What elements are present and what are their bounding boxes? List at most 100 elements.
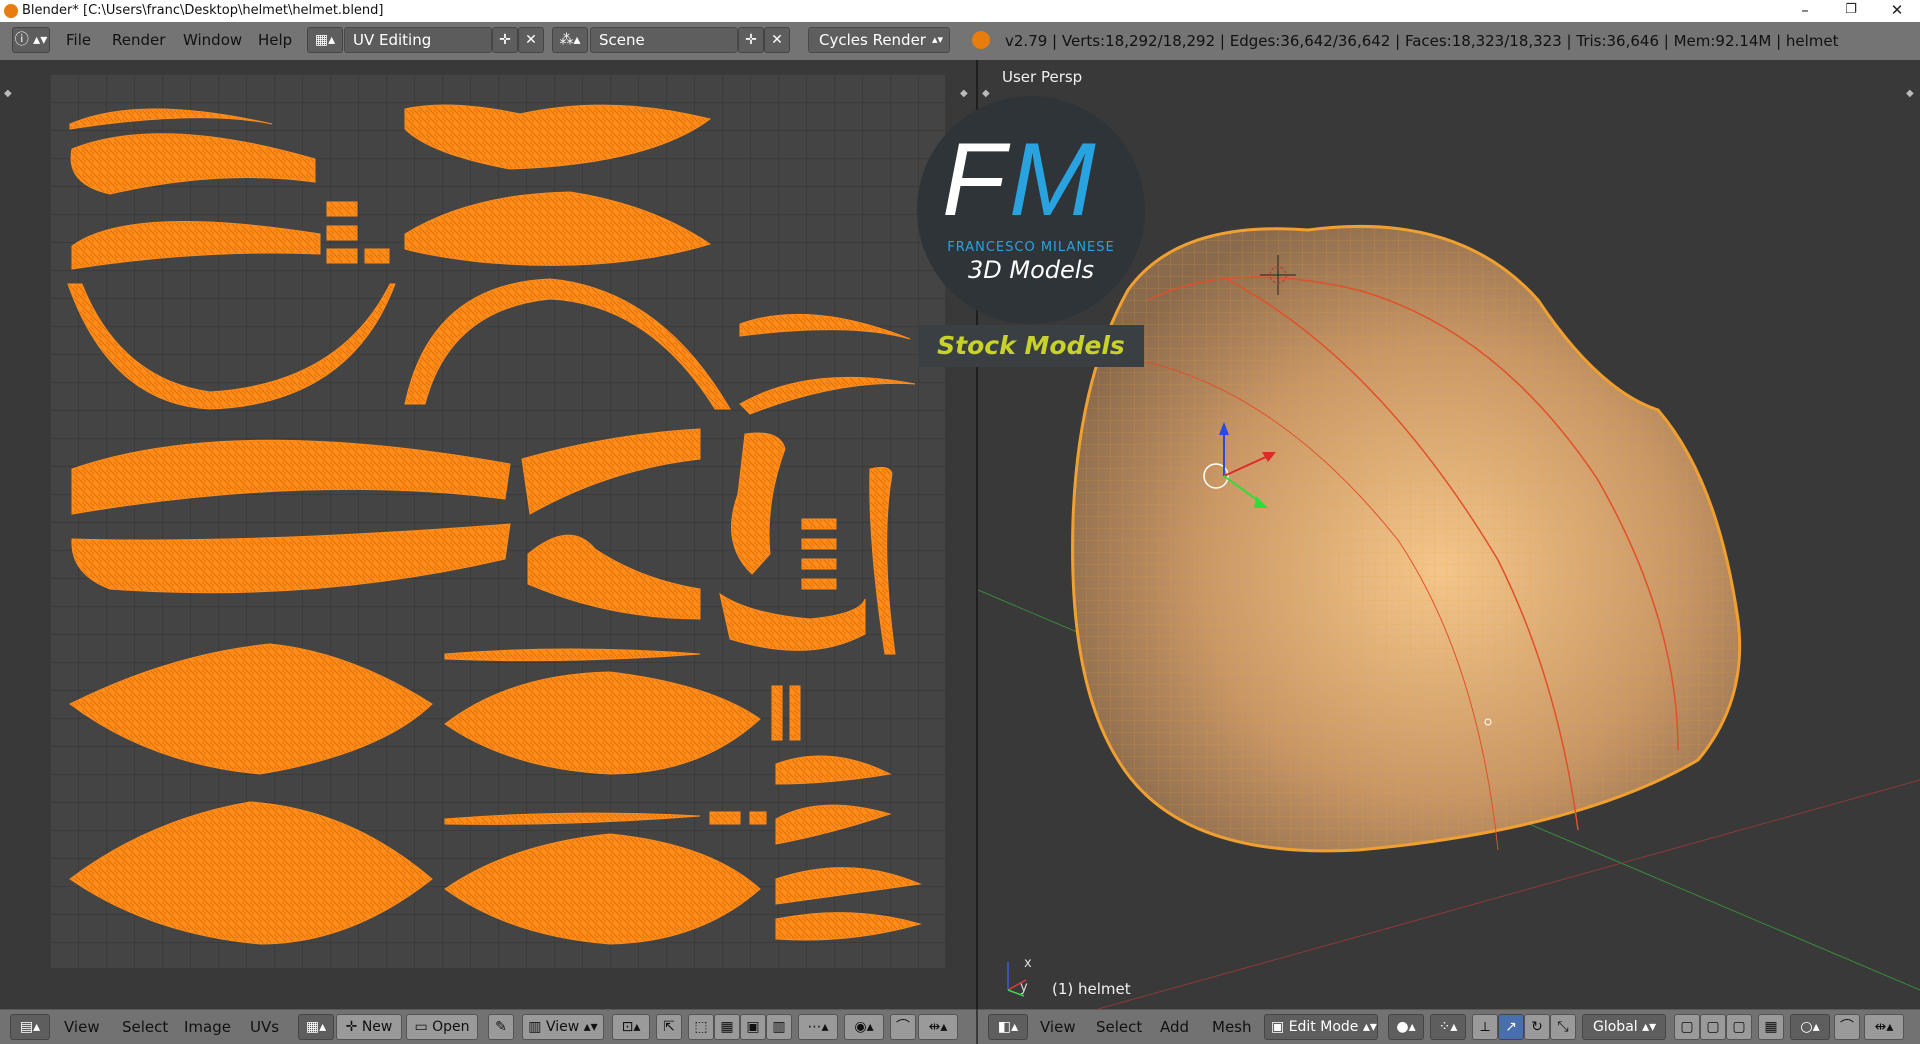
uv-menu-select[interactable]: Select (122, 1018, 168, 1036)
stock-models-label: Stock Models (937, 331, 1125, 360)
scene-field[interactable]: Scene (590, 27, 738, 53)
open-image-button[interactable]: ▭ Open (406, 1014, 478, 1040)
uv-menu-view[interactable]: View (64, 1018, 100, 1036)
new-image-button[interactable]: ✛ New (336, 1014, 402, 1040)
island-select-icon[interactable]: ▥ (766, 1014, 792, 1040)
window-title-bar: Blender* [C:\Users\franc\Desktop\helmet\… (0, 0, 1920, 23)
pivot-icon[interactable]: ⊡▴ (612, 1014, 650, 1040)
info-header: ⓘ ▴▾ File Render Window Help ▦▴ UV Editi… (0, 22, 1920, 61)
sticky-mode-icon[interactable]: ⋯▴ (798, 1014, 838, 1040)
info-editor-icon[interactable]: ⓘ ▴▾ (12, 27, 50, 53)
orientation-label: Global (1593, 1019, 1638, 1035)
add-screen-button[interactable]: ✛ (492, 27, 518, 53)
uv-island (71, 523, 511, 594)
render-engine-label: Cycles Render (819, 31, 926, 49)
region-toggle-icon[interactable]: ◆ (4, 88, 14, 99)
maximize-button[interactable]: ❐ (1828, 0, 1874, 22)
view3d-menu-select[interactable]: Select (1096, 1018, 1142, 1036)
menu-window[interactable]: Window (183, 31, 242, 49)
vertex-select-icon[interactable]: ⬚ (688, 1014, 714, 1040)
rotate-icon[interactable]: ↻ (1524, 1014, 1550, 1040)
uv-island (444, 833, 761, 945)
uv-island (709, 811, 741, 825)
uv-island (521, 428, 701, 515)
menu-help[interactable]: Help (258, 31, 292, 49)
layer-icon[interactable]: ▢ (1700, 1014, 1726, 1040)
snap-icon[interactable]: ⌒ (890, 1014, 916, 1040)
view3d-menu-add[interactable]: Add (1160, 1018, 1189, 1036)
orientation-dropdown[interactable]: Global ▴▾ (1582, 1014, 1666, 1040)
snap-icon[interactable]: ⌒ (1834, 1014, 1860, 1040)
uv-island (70, 133, 316, 195)
sphere-icon[interactable]: ●▴ (1388, 1014, 1424, 1040)
proportional-edit-icon[interactable]: ◉▴ (844, 1014, 884, 1040)
uv-island (326, 201, 358, 217)
region-toggle-icon[interactable]: ◆ (960, 88, 970, 99)
sync-selection-icon[interactable]: ⇱ (656, 1014, 682, 1040)
uv-menu-image[interactable]: Image (184, 1018, 231, 1036)
image-browse-icon[interactable]: ▦▴ (298, 1014, 334, 1040)
pin-icon[interactable]: ✎ (488, 1014, 514, 1040)
delete-screen-button[interactable]: ✕ (518, 27, 544, 53)
layer-icon[interactable]: ▢ (1726, 1014, 1752, 1040)
translate-icon[interactable]: ↗ (1498, 1014, 1524, 1040)
menu-file[interactable]: File (66, 31, 91, 49)
proportional-edit-icon[interactable]: ○▴ (1790, 1014, 1830, 1040)
window-title: Blender* [C:\Users\franc\Desktop\helmet\… (22, 3, 384, 18)
view-mode-label: View (545, 1019, 580, 1035)
mode-dropdown[interactable]: ▣ Edit Mode ▴▾ (1264, 1014, 1378, 1040)
uv-island (719, 592, 866, 651)
add-scene-button[interactable]: ✛ (738, 27, 764, 53)
uv-island (67, 283, 396, 410)
screen-layout-icon[interactable]: ▦▴ (307, 27, 343, 53)
3d-view-icon[interactable]: ◧▴ (988, 1014, 1028, 1040)
render-engine-dropdown[interactable]: Cycles Render ▴▾ (808, 27, 950, 53)
uv-island (326, 225, 358, 241)
chevron-updown-icon: ▴▾ (931, 33, 943, 46)
minimize-button[interactable]: – (1782, 0, 1828, 22)
pivot-point-icon[interactable]: ⁘▴ (1430, 1014, 1466, 1040)
image-editor-icon[interactable]: ▤▴ (10, 1014, 50, 1040)
uv-island (775, 755, 892, 785)
stock-models-badge: Stock Models (918, 325, 1144, 367)
new-image-label: New (361, 1019, 393, 1035)
edge-select-icon[interactable]: ▦ (714, 1014, 740, 1040)
uv-island (771, 685, 783, 741)
uv-islands[interactable] (50, 74, 945, 968)
snap-element-icon[interactable]: ⇹▴ (918, 1014, 958, 1040)
screen-layout-field[interactable]: UV Editing (344, 27, 492, 53)
uv-island (69, 801, 433, 945)
occlude-geometry-icon[interactable]: ▦ (1758, 1014, 1784, 1040)
snap-element-icon[interactable]: ⇹▴ (1864, 1014, 1904, 1040)
layer-icon[interactable]: ▢ (1674, 1014, 1700, 1040)
uv-island (801, 558, 837, 570)
uv-island (789, 685, 801, 741)
uv-island (775, 867, 922, 905)
uv-island (404, 104, 712, 170)
scale-icon[interactable]: ⤡ (1550, 1014, 1576, 1040)
menu-render[interactable]: Render (112, 31, 165, 49)
delete-scene-button[interactable]: ✕ (764, 27, 790, 53)
manipulator-icon[interactable]: ⟂ (1472, 1014, 1498, 1040)
uv-island (404, 278, 731, 410)
uv-island (444, 812, 701, 825)
view-name: User Persp (1002, 68, 1083, 86)
uv-island (69, 643, 433, 775)
face-select-icon[interactable]: ▣ (740, 1014, 766, 1040)
uv-island (749, 811, 767, 825)
region-toggle-icon[interactable]: ◆ (1906, 88, 1916, 99)
view3d-menu-mesh[interactable]: Mesh (1212, 1018, 1252, 1036)
view-mode-dropdown[interactable]: ▥ View ▴▾ (522, 1014, 604, 1040)
uv-island (527, 534, 701, 620)
region-toggle-icon[interactable]: ◆ (982, 88, 992, 99)
uv-menu-uvs[interactable]: UVs (250, 1018, 279, 1036)
scene-icon[interactable]: ⁂▴ (552, 27, 588, 53)
uv-grid[interactable] (50, 74, 945, 968)
open-image-label: Open (432, 1019, 470, 1035)
view3d-menu-view[interactable]: View (1040, 1018, 1076, 1036)
uv-island (739, 313, 911, 340)
helmet-wireframe (1072, 226, 1740, 851)
close-window-button[interactable]: ✕ (1874, 0, 1920, 22)
3d-view-header: ◧▴ View Select Add Mesh ▣ Edit Mode ▴▾ ●… (978, 1009, 1920, 1044)
uv-island (775, 804, 892, 845)
